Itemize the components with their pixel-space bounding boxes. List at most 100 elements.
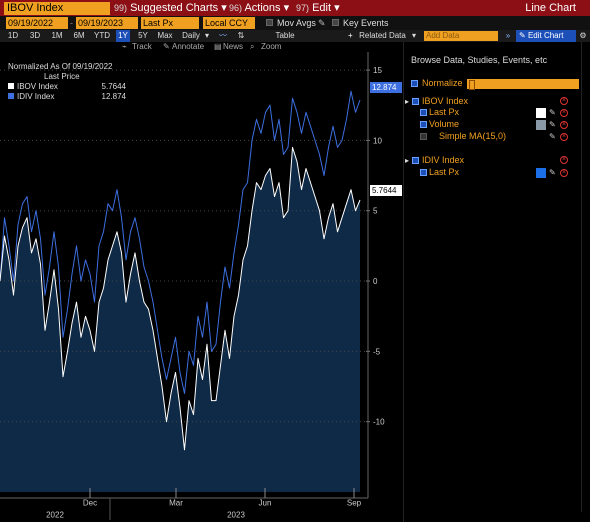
ibov-series-label: IBOV Index [422, 96, 469, 106]
remove-last-px-icon[interactable]: × [560, 109, 568, 117]
key-events-label: Key Events [343, 18, 389, 28]
expand-toggle-icon[interactable]: ▸ [405, 96, 409, 107]
actions-menu[interactable]: 96) Actions ▾ [229, 1, 289, 15]
period-1d[interactable]: 1D [4, 30, 22, 42]
panel-scrollbar[interactable] [581, 42, 587, 512]
ticker-input[interactable]: IBOV Index [4, 2, 110, 15]
edit-chart-label: Edit Chart [527, 31, 564, 40]
ibov-color-swatch[interactable] [536, 108, 546, 118]
menu-number: 99) [114, 3, 128, 13]
data-panel: Browse Data, Studies, Events, etc Normal… [403, 42, 590, 522]
panel-title[interactable]: Browse Data, Studies, Events, etc [411, 55, 547, 65]
idiv-checkbox[interactable] [412, 157, 419, 164]
remove-ibov-icon[interactable]: × [560, 97, 568, 105]
zoom-button[interactable]: Zoom [261, 42, 281, 52]
legend-value: 5.7644 [101, 82, 126, 91]
idiv-last-px-label: Last Px [429, 167, 460, 177]
mov-avgs-checkbox[interactable] [266, 19, 273, 26]
volume-checkbox[interactable] [420, 121, 427, 128]
suggested-charts-menu[interactable]: 99) Suggested Charts ▾ [114, 1, 227, 15]
ibov-checkbox[interactable] [412, 98, 419, 105]
menu-label: Suggested Charts [130, 2, 219, 14]
expand-toggle-icon[interactable]: ▸ [405, 155, 409, 166]
sma-label: Simple MA(15,0) [439, 131, 507, 141]
legend-name: IDIV Index [17, 92, 55, 101]
pencil-icon[interactable]: ✎ [549, 132, 556, 142]
edit-menu[interactable]: 97) Edit ▾ [296, 1, 340, 15]
field-select[interactable]: Last Px [141, 17, 199, 29]
normalize-label: Normalize [422, 78, 463, 88]
line-style-icon[interactable]: 〰 [218, 30, 228, 42]
legend-swatch [8, 83, 14, 89]
remove-volume-icon[interactable]: × [560, 121, 568, 129]
chart-edit-icon: ✎ [519, 31, 528, 40]
idiv-color-swatch[interactable] [536, 168, 546, 178]
chart-legend: Normalized As Of 09/19/2022 Last Price I… [8, 62, 126, 102]
ibov-last-px-checkbox[interactable] [420, 109, 427, 116]
news-button[interactable]: News [223, 42, 243, 52]
ibov-last-px-label: Last Px [429, 107, 460, 117]
remove-sma-icon[interactable]: × [560, 133, 568, 141]
start-date-field[interactable]: 09/19/2022 [6, 17, 68, 29]
legend-value: 12.874 [101, 92, 126, 101]
period-max[interactable]: Max [155, 30, 175, 42]
period-1m[interactable]: 1M [47, 30, 67, 42]
ibov-last-value-tag: 5.7644 [370, 185, 402, 196]
period-toolbar: 1D 3D 1M 6M YTD 1Y 5Y Max Daily ▾ 〰 ⇅ Ta… [0, 30, 590, 42]
pencil-icon[interactable]: ✎ [549, 168, 556, 178]
frequency-select[interactable]: Daily [179, 30, 203, 42]
track-button[interactable]: Track [132, 42, 152, 52]
add-data-input[interactable]: Add Data [424, 31, 498, 41]
legend-row-ibov: IBOV Index 5.7644 [8, 82, 126, 92]
y-tick-label: 0 [373, 277, 378, 286]
pencil-icon[interactable]: ✎ [549, 108, 556, 118]
period-6m[interactable]: 6M [69, 30, 89, 42]
key-events-checkbox[interactable] [332, 19, 339, 26]
sort-icon[interactable]: ⇅ [236, 30, 246, 42]
table-button[interactable]: Table [270, 30, 300, 42]
title-bar: IBOV Index 99) Suggested Charts ▾ 96) Ac… [0, 0, 590, 16]
y-tick-label: -5 [373, 347, 381, 356]
currency-select[interactable]: Local CCY [203, 17, 255, 29]
menu-label: Edit [312, 2, 332, 14]
sma-checkbox[interactable] [420, 133, 427, 140]
gear-icon[interactable]: ⚙ [578, 30, 588, 42]
chevron-down-icon: ▾ [334, 2, 340, 14]
period-1y[interactable]: 1Y [116, 30, 130, 42]
end-date-field[interactable]: 09/19/2023 [76, 17, 138, 29]
menu-number: 97) [296, 3, 310, 13]
volume-color-swatch[interactable] [536, 120, 546, 130]
remove-idiv-icon[interactable]: × [560, 156, 568, 164]
x-year-label: 2022 [46, 511, 64, 520]
edit-chart-button[interactable]: ✎ Edit Chart [516, 30, 576, 42]
annotate-icon: ✎ [163, 42, 170, 51]
x-tick-label: Dec [83, 499, 97, 508]
chart-tools: ⌁ Track ✎ Annotate ▤ News ⌕ Zoom [0, 42, 400, 52]
remove-idiv-last-px-icon[interactable]: × [560, 169, 568, 177]
normalize-date-field[interactable] [467, 79, 579, 90]
period-5y[interactable]: 5Y [134, 30, 152, 42]
expand-arrows-icon[interactable]: » [503, 30, 513, 42]
y-tick-label: 5 [373, 207, 378, 216]
legend-swatch [8, 93, 14, 99]
related-data-button[interactable]: Related Data [355, 30, 410, 42]
chevron-down-icon: ▾ [204, 31, 209, 40]
period-ytd[interactable]: YTD [91, 30, 113, 42]
idiv-series-label: IDIV Index [422, 155, 465, 165]
y-tick-label: 10 [373, 136, 382, 145]
period-3d[interactable]: 3D [25, 30, 45, 42]
zoom-icon: ⌕ [250, 42, 255, 51]
legend-name: IBOV Index [17, 82, 58, 91]
x-tick-label: Sep [347, 499, 362, 508]
chart-type-label: Line Chart [525, 2, 576, 14]
pencil-icon[interactable]: ✎ [549, 120, 556, 130]
idiv-last-px-checkbox[interactable] [420, 169, 427, 176]
annotate-button[interactable]: Annotate [172, 42, 204, 52]
plus-icon: + [348, 31, 353, 40]
y-tick-label: 15 [373, 66, 382, 75]
price-chart[interactable]: 15 10 5 0 -5 -10 Dec Mar Jun Sep 2022 2023 [0, 52, 403, 522]
normalize-checkbox[interactable] [411, 80, 418, 87]
x-year-label: 2023 [227, 511, 245, 520]
x-tick-label: Mar [169, 499, 183, 508]
pencil-icon[interactable]: ✎ [318, 17, 326, 29]
